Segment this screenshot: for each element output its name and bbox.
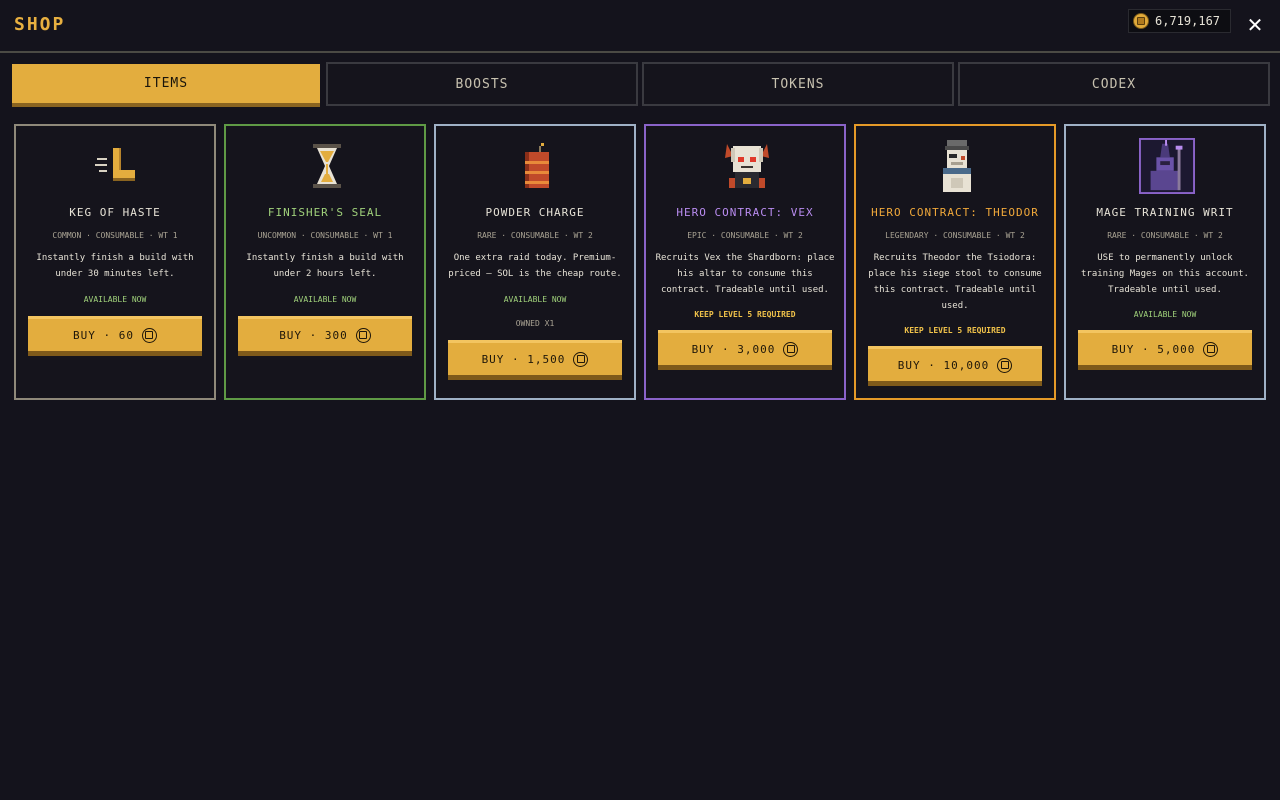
item-card-hero-contract-vex: HERO CONTRACT: VEX EPIC · CONSUMABLE · W… [644,124,846,400]
buy-button-label: BUY · 10,000 [897,358,990,372]
gold-coin-icon [997,357,1013,373]
availability-status: AVAILABLE NOW [1133,310,1197,319]
item-meta: UNCOMMON · CONSUMABLE · WT 1 [257,231,393,240]
availability-status: AVAILABLE NOW [83,295,147,304]
powder-keg-icon [509,138,565,194]
hourglass-icon [299,138,355,194]
buy-button-label: BUY · 60 [73,328,134,342]
availability-status: AVAILABLE NOW [293,295,357,304]
item-description: USE to permanently unlock training Mages… [1081,253,1249,295]
page-title: SHOP [14,14,66,35]
buy-button[interactable]: BUY · 10,000 [868,346,1042,386]
balance-amount: 6,719,167 [1155,14,1221,28]
item-card-powder-charge: POWDER CHARGE RARE · CONSUMABLE · WT 2 O… [434,124,636,400]
gold-coin-icon [355,327,371,343]
buy-button[interactable]: BUY · 5,000 [1078,330,1252,370]
mage-portrait-icon [1139,138,1195,194]
item-description: Recruits Vex the Shardborn: place his al… [655,253,835,295]
gold-coin-icon [783,341,799,357]
item-name: POWDER CHARGE [485,206,585,219]
item-card-keg-of-haste: KEG OF HASTE COMMON · CONSUMABLE · WT 1 … [14,124,216,400]
tab-boosts[interactable]: BOOSTS [326,62,638,106]
item-name: MAGE TRAINING WRIT [1096,206,1234,219]
item-meta: EPIC · CONSUMABLE · WT 2 [687,231,803,240]
shop-tabs: ITEMS BOOSTS TOKENS CODEX [12,62,1270,107]
buy-button[interactable]: BUY · 300 [238,316,412,356]
buy-button-label: BUY · 5,000 [1111,342,1196,356]
availability-status: AVAILABLE NOW [503,295,567,304]
theodor-portrait-icon [929,138,985,194]
item-name: HERO CONTRACT: THEODOR [871,206,1039,219]
item-name: HERO CONTRACT: VEX [676,206,814,219]
level-requirement: KEEP LEVEL 5 REQUIRED [694,310,796,319]
owned-count: OWNED X1 [515,319,555,328]
item-meta: RARE · CONSUMABLE · WT 2 [477,231,593,240]
item-meta: COMMON · CONSUMABLE · WT 1 [52,231,178,240]
buy-button[interactable]: BUY · 60 [28,316,202,356]
item-meta: RARE · CONSUMABLE · WT 2 [1107,231,1223,240]
tab-tokens[interactable]: TOKENS [642,62,954,106]
buy-button[interactable]: BUY · 1,500 [448,340,622,380]
shop-header: SHOP 6,719,167 ✕ [0,0,1280,53]
gold-coin-icon [573,351,589,367]
currency-balance: 6,719,167 [1128,9,1231,33]
item-meta: LEGENDARY · CONSUMABLE · WT 2 [885,231,1025,240]
item-description: Recruits Theodor the Tsiodora: place his… [868,253,1042,311]
item-card-hero-contract-theodor: HERO CONTRACT: THEODOR LEGENDARY · CONSU… [854,124,1056,400]
buy-button-label: BUY · 300 [279,328,348,342]
item-name: KEG OF HASTE [69,206,161,219]
vex-portrait-icon [719,138,775,194]
buy-button-label: BUY · 1,500 [481,352,566,366]
item-description: Instantly finish a build with under 30 m… [36,253,194,279]
buy-button-label: BUY · 3,000 [691,342,776,356]
item-card-mage-training-writ: MAGE TRAINING WRIT RARE · CONSUMABLE · W… [1064,124,1266,400]
item-card-finishers-seal: FINISHER'S SEAL UNCOMMON · CONSUMABLE · … [224,124,426,400]
buy-button[interactable]: BUY · 3,000 [658,330,832,370]
tab-codex[interactable]: CODEX [958,62,1270,106]
haste-boot-icon [89,138,145,194]
item-description: Instantly finish a build with under 2 ho… [246,253,404,279]
close-button[interactable]: ✕ [1244,14,1266,36]
gold-coin-icon [1203,341,1219,357]
item-name: FINISHER'S SEAL [267,206,383,219]
item-description: One extra raid today. Premium-priced — S… [448,253,622,279]
level-requirement: KEEP LEVEL 5 REQUIRED [904,326,1006,335]
tab-items[interactable]: ITEMS [12,64,320,107]
gold-coin-icon [141,327,157,343]
gold-coin-icon [1133,13,1149,29]
